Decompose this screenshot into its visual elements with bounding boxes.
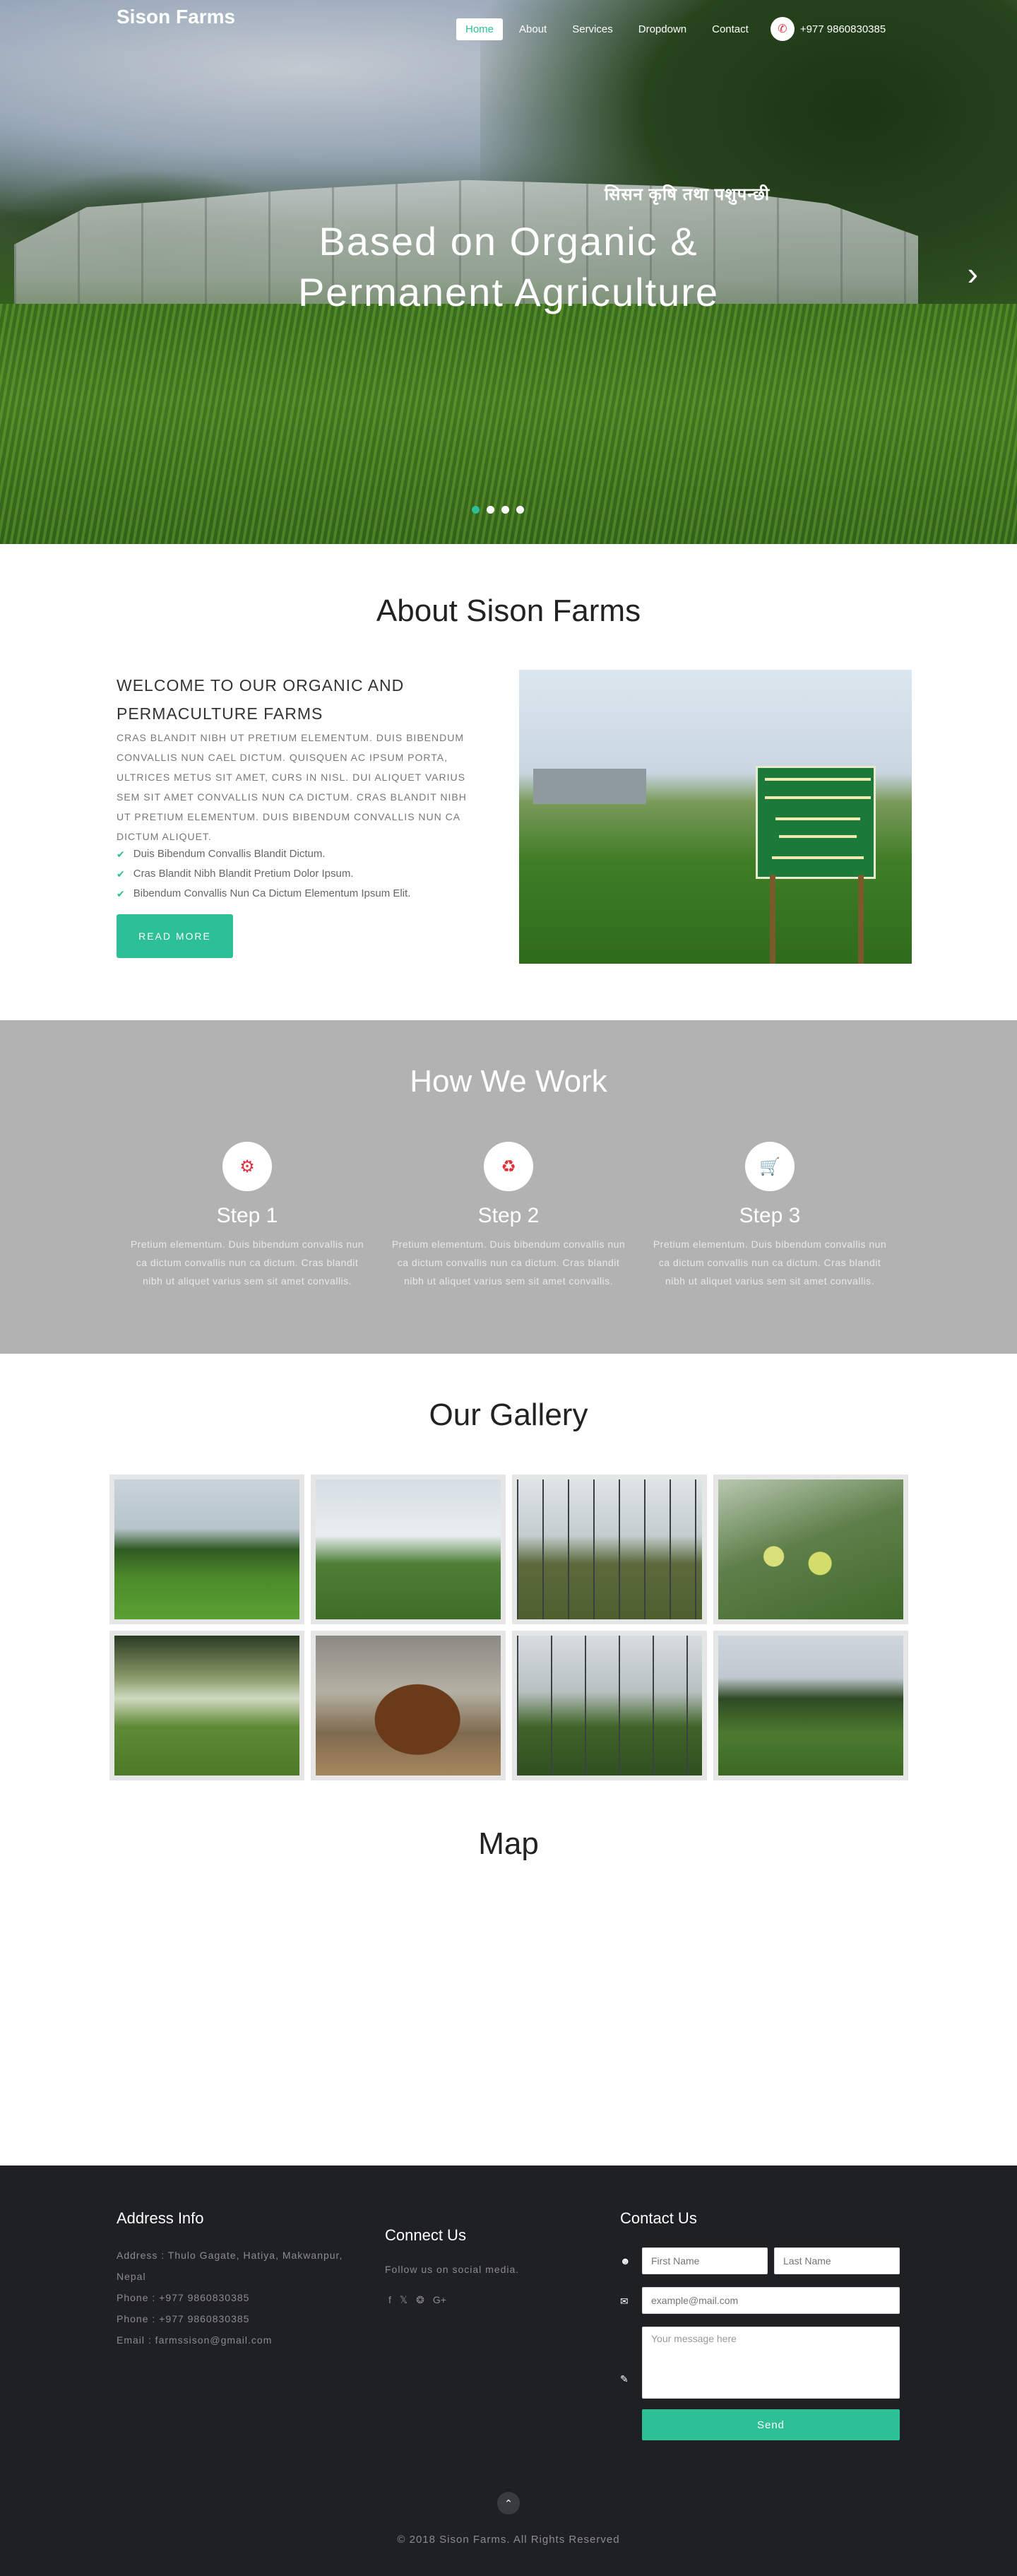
gallery-image [316, 1479, 501, 1619]
connect-title: Connect Us [385, 2226, 466, 2244]
list-item: ✔ Cras Blandit Nibh Blandit Pretium Dolor… [117, 864, 484, 884]
gallery-item[interactable] [311, 1475, 506, 1624]
about-heading: WELCOME TO OUR ORGANIC AND PERMACULTURE … [117, 676, 405, 723]
check-icon: ✔ [117, 868, 125, 880]
gallery-grid [109, 1475, 908, 1780]
recycle-icon: ♻ [484, 1142, 533, 1191]
hero-title-line2: Permanent Agriculture [297, 270, 720, 314]
address-title: Address Info [117, 2209, 204, 2227]
last-name-field[interactable] [774, 2247, 900, 2274]
about-image-sign [756, 766, 876, 879]
address-info: Address : Thulo Gagate, Hatiya, Makwanpu… [117, 2245, 371, 2351]
how-title: How We Work [410, 1064, 607, 1099]
nav-item-about[interactable]: About [510, 18, 556, 40]
pinterest-icon[interactable]: ❂ [416, 2294, 424, 2306]
step-text: Pretium elementum. Duis bibendum convall… [653, 1239, 887, 1287]
user-icon: ☻ [620, 2255, 631, 2267]
social-links: f 𝕏 ❂ G+ [388, 2294, 455, 2306]
hero-title: Based on Organic & Permanent Agriculture [0, 216, 1017, 318]
step-card: ♻ Step 2 Pretium elementum. Duis bibendu… [388, 1142, 629, 1290]
gallery-image [114, 1479, 299, 1619]
gallery-image [718, 1636, 903, 1776]
slider-dots [472, 506, 531, 514]
gallery-image [316, 1636, 501, 1776]
nav-item-contact[interactable]: Contact [703, 18, 758, 40]
list-item: ✔ Duis Bibendum Convallis Blandit Dictum. [117, 844, 484, 864]
address-line: Address : Thulo Gagate, Hatiya, Makwanpu… [117, 2250, 343, 2282]
map-embed[interactable] [0, 1901, 1017, 2166]
gallery-item[interactable] [713, 1631, 908, 1780]
phone-line: Phone : +977 9860830385 [117, 2292, 250, 2303]
google-plus-icon[interactable]: G+ [433, 2294, 446, 2306]
step-text: Pretium elementum. Duis bibendum convall… [130, 1239, 364, 1287]
first-name-field[interactable] [642, 2247, 768, 2274]
contact-title: Contact Us [620, 2209, 697, 2227]
nav-item-services[interactable]: Services [563, 18, 622, 40]
nav-phone-number: +977 9860830385 [799, 23, 886, 35]
about-image-building [533, 769, 646, 804]
email-line[interactable]: Email : farmssison@gmail.com [117, 2329, 371, 2351]
about-paragraph: CRAS BLANDIT NIBH UT PRETIUM ELEMENTUM. … [117, 732, 467, 842]
about-title: About Sison Farms [376, 593, 641, 628]
step-card: 🛒 Step 3 Pretium elementum. Duis bibendu… [650, 1142, 890, 1290]
gallery-item[interactable] [311, 1631, 506, 1780]
step-text: Pretium elementum. Duis bibendum convall… [391, 1239, 626, 1287]
phone-line: Phone : +977 9860830385 [117, 2313, 250, 2324]
main-nav: Home About Services Dropdown Contact ✆ +… [456, 17, 886, 41]
nav-item-home[interactable]: Home [456, 18, 504, 40]
copyright: © 2018 Sison Farms. All Rights Reserved [397, 2534, 620, 2546]
envelope-icon: ✉ [620, 2296, 629, 2307]
step-title: Step 1 [216, 1204, 278, 1227]
about-list: ✔ Duis Bibendum Convallis Blandit Dictum.… [117, 844, 484, 904]
gallery-image [517, 1479, 702, 1619]
check-icon: ✔ [117, 849, 125, 860]
chevron-up-icon[interactable]: ⌃ [497, 2492, 520, 2515]
message-field[interactable]: Your message here [642, 2327, 900, 2399]
phone-icon: ✆ [770, 17, 795, 41]
gallery-image [718, 1479, 903, 1619]
nav-phone[interactable]: ✆ +977 9860830385 [770, 17, 886, 41]
gallery-title: Our Gallery [429, 1398, 588, 1432]
gears-icon: ⚙ [222, 1142, 272, 1191]
facebook-icon[interactable]: f [388, 2294, 391, 2306]
gallery-item[interactable] [109, 1631, 304, 1780]
gallery-item[interactable] [512, 1631, 707, 1780]
slider-dot-1[interactable] [472, 506, 480, 514]
gallery-image [517, 1636, 702, 1776]
footer: Address Info Address : Thulo Gagate, Hat… [0, 2166, 1017, 2576]
send-button[interactable]: Send [642, 2409, 900, 2440]
cart-icon: 🛒 [745, 1142, 795, 1191]
about-image [519, 670, 912, 964]
twitter-icon[interactable]: 𝕏 [400, 2294, 408, 2306]
step-card: ⚙ Step 1 Pretium elementum. Duis bibendu… [127, 1142, 367, 1290]
gallery-image [114, 1636, 299, 1776]
step-title: Step 3 [739, 1204, 801, 1227]
list-item: ✔ Bibendum Convallis Nun Ca Dictum Elemen… [117, 884, 484, 904]
hero-slider: Sison Farms Home About Services Dropdown… [0, 0, 1017, 544]
hero-title-line1: Based on Organic & [319, 219, 698, 264]
read-more-button[interactable]: READ MORE [117, 914, 233, 958]
check-icon: ✔ [117, 888, 125, 899]
email-field[interactable] [642, 2287, 900, 2314]
nav-item-dropdown[interactable]: Dropdown [629, 18, 696, 40]
hero-subtitle: सिसन कृषि तथा पशुपन्छी [604, 185, 771, 204]
chevron-right-icon[interactable]: › [968, 254, 978, 293]
brand-logo[interactable]: Sison Farms [117, 6, 235, 28]
slider-dot-4[interactable] [516, 506, 524, 514]
gallery-item[interactable] [512, 1475, 707, 1624]
step-title: Step 2 [477, 1204, 540, 1227]
connect-text: Follow us on social media. [385, 2264, 520, 2275]
edit-icon: ✎ [620, 2373, 629, 2385]
slider-dot-2[interactable] [487, 506, 494, 514]
map-title: Map [478, 1826, 539, 1861]
gallery-item[interactable] [713, 1475, 908, 1624]
how-we-work-section: How We Work ⚙ Step 1 Pretium elementum. … [0, 1020, 1017, 1354]
slider-dot-3[interactable] [501, 506, 509, 514]
gallery-item[interactable] [109, 1475, 304, 1624]
